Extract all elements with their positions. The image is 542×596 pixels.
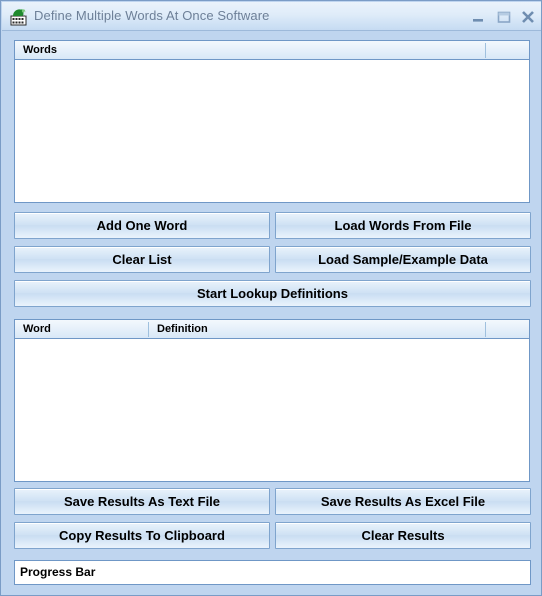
- progress-bar: Progress Bar: [14, 560, 531, 585]
- clear-list-button[interactable]: Clear List: [14, 246, 270, 273]
- copy-results-to-clipboard-button[interactable]: Copy Results To Clipboard: [14, 522, 270, 549]
- maximize-icon[interactable]: [494, 8, 514, 26]
- word-definition-column-divider[interactable]: [148, 322, 149, 337]
- clear-results-button[interactable]: Clear Results: [275, 522, 531, 549]
- word-column-header[interactable]: Word: [23, 323, 51, 335]
- definition-column-header[interactable]: Definition: [157, 323, 208, 335]
- save-results-as-excel-file-button[interactable]: Save Results As Excel File: [275, 488, 531, 515]
- results-grid-header: Word Definition: [15, 320, 529, 339]
- words-list[interactable]: Words: [14, 40, 530, 203]
- results-grid-body[interactable]: [15, 339, 529, 480]
- close-icon[interactable]: [518, 8, 538, 26]
- minimize-icon[interactable]: [468, 8, 488, 26]
- start-lookup-definitions-button[interactable]: Start Lookup Definitions: [14, 280, 531, 307]
- words-column-divider[interactable]: [485, 43, 486, 58]
- load-sample-example-data-button[interactable]: Load Sample/Example Data: [275, 246, 531, 273]
- title-bar: Define Multiple Words At Once Software: [2, 2, 541, 31]
- application-window: Define Multiple Words At Once Software W…: [0, 0, 542, 596]
- definition-column-divider[interactable]: [485, 322, 486, 337]
- add-one-word-button[interactable]: Add One Word: [14, 212, 270, 239]
- words-list-body[interactable]: [15, 60, 529, 201]
- app-icon: [10, 7, 29, 26]
- words-list-header: Words: [15, 41, 529, 60]
- save-results-as-text-file-button[interactable]: Save Results As Text File: [14, 488, 270, 515]
- load-words-from-file-button[interactable]: Load Words From File: [275, 212, 531, 239]
- window-title: Define Multiple Words At Once Software: [34, 8, 270, 23]
- progress-bar-label: Progress Bar: [20, 565, 96, 579]
- words-column-header[interactable]: Words: [23, 44, 57, 56]
- results-grid[interactable]: Word Definition: [14, 319, 530, 482]
